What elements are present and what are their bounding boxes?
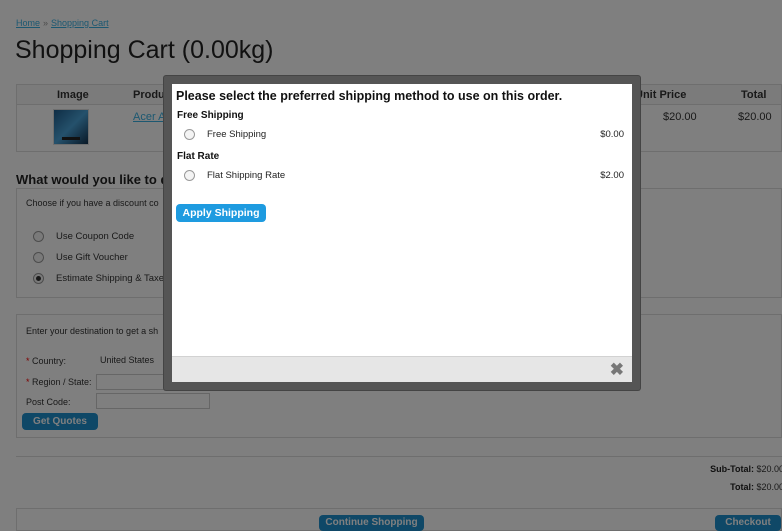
method-price: $2.00 (600, 170, 624, 181)
modal-title: Please select the preferred shipping met… (176, 89, 563, 103)
method-label: Free Shipping (207, 129, 267, 140)
radio-icon[interactable] (184, 129, 195, 140)
flat-rate-group-title: Flat Rate (177, 151, 220, 162)
shipping-method-modal: Please select the preferred shipping met… (172, 84, 632, 382)
modal-footer: ✖ (172, 356, 632, 382)
shipping-modal-frame: Please select the preferred shipping met… (164, 76, 640, 390)
apply-shipping-button[interactable]: Apply Shipping (176, 204, 266, 222)
free-shipping-option[interactable]: Free Shipping $0.00 (184, 129, 630, 140)
flat-rate-option[interactable]: Flat Shipping Rate $2.00 (184, 170, 630, 181)
free-shipping-group-title: Free Shipping (177, 110, 244, 121)
method-price: $0.00 (600, 129, 624, 140)
method-label: Flat Shipping Rate (207, 170, 286, 181)
radio-icon[interactable] (184, 170, 195, 181)
close-icon[interactable]: ✖ (610, 360, 624, 380)
